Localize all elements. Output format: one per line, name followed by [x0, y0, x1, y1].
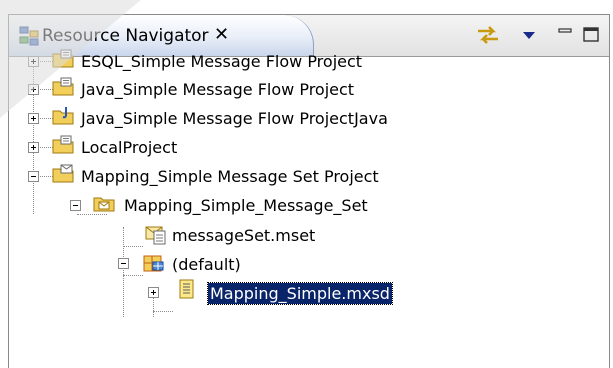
- tree-item-mxsd[interactable]: Mapping_Simple.mxsd: [207, 282, 393, 305]
- view-title: Resource Navigator: [42, 26, 209, 46]
- java-project-folder-icon: [52, 107, 74, 125]
- link-with-editor-icon[interactable]: [475, 23, 501, 47]
- minimize-icon[interactable]: [557, 23, 575, 47]
- resource-navigator-view: Resource Navigator ✕ ESQL_Simple Message…: [8, 14, 610, 368]
- tree-connector: [123, 246, 143, 247]
- resource-tree: ESQL_Simple Message Flow Project Java_Si…: [9, 49, 609, 368]
- tree-item-message-set[interactable]: Mapping_Simple_Message_Set: [122, 195, 370, 216]
- project-folder-icon: [52, 77, 74, 96]
- tree-connector: [123, 227, 124, 317]
- tree-item-local-project[interactable]: LocalProject: [79, 137, 179, 158]
- tree-item-default[interactable]: (default): [170, 254, 243, 275]
- maximize-icon[interactable]: [581, 23, 601, 47]
- view-menu-icon[interactable]: [521, 23, 537, 47]
- tree-item-esql-project[interactable]: ESQL_Simple Message Flow Project: [79, 51, 364, 72]
- navigator-icon: [19, 26, 39, 46]
- expand-toggle[interactable]: [148, 287, 159, 298]
- expand-toggle[interactable]: [28, 142, 39, 153]
- project-folder-icon: [52, 49, 74, 68]
- mxsd-file-icon: [179, 279, 194, 299]
- tree-connector: [153, 311, 173, 312]
- expand-toggle[interactable]: [28, 84, 39, 95]
- tree-connector: [123, 275, 143, 276]
- project-folder-icon: [52, 135, 74, 154]
- tree-item-java-project-java[interactable]: Java_Simple Message Flow ProjectJava: [79, 108, 390, 129]
- tree-connector: [77, 214, 107, 215]
- collapse-toggle[interactable]: [28, 171, 39, 182]
- tree-item-mset[interactable]: messageSet.mset: [170, 225, 317, 246]
- namespace-icon: [143, 255, 164, 272]
- expand-toggle[interactable]: [28, 56, 39, 67]
- message-set-folder-icon: [93, 197, 115, 212]
- tree-item-mapping-project[interactable]: Mapping_Simple Message Set Project: [79, 166, 381, 187]
- close-view-icon[interactable]: ✕: [214, 25, 234, 45]
- mset-file-icon: [145, 226, 166, 245]
- tree-item-java-project[interactable]: Java_Simple Message Flow Project: [79, 79, 356, 100]
- message-set-project-icon: [52, 164, 74, 183]
- expand-toggle[interactable]: [28, 113, 39, 124]
- collapse-toggle[interactable]: [70, 200, 81, 211]
- collapse-toggle[interactable]: [118, 258, 129, 269]
